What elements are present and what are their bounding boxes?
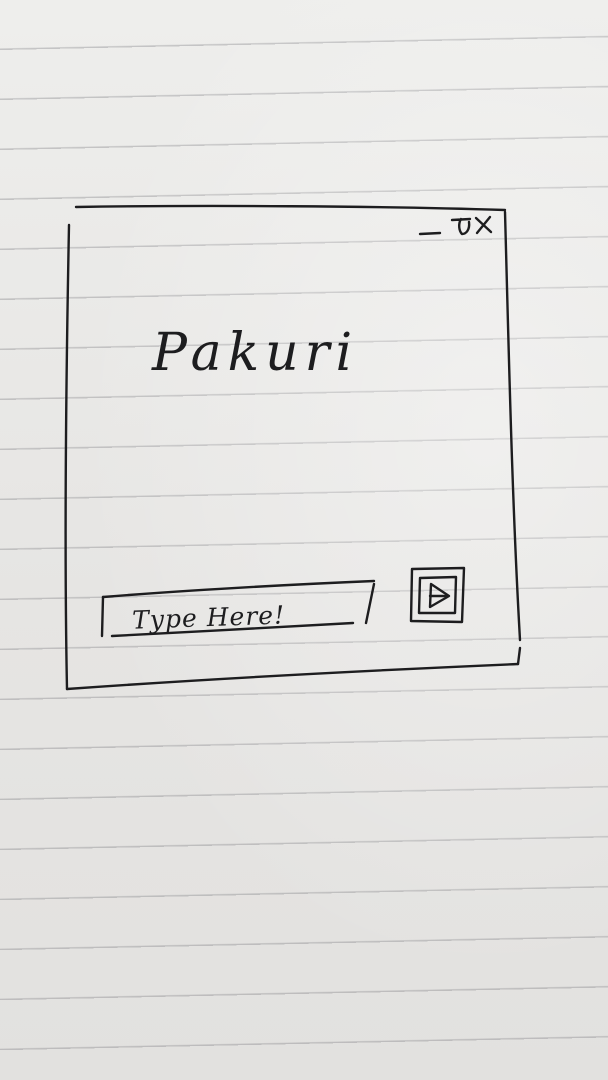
input-placeholder: Type Here!	[132, 600, 286, 634]
window-bottom-edge	[65, 662, 520, 691]
input-left-bracket	[100, 595, 105, 638]
window-controls	[418, 215, 493, 236]
input-top-edge	[101, 579, 376, 599]
message-input[interactable]: Type Here!	[100, 579, 376, 638]
window-corner-mark	[516, 646, 522, 666]
window-top-edge	[74, 204, 507, 212]
window-right-edge	[503, 210, 522, 642]
minimize-icon[interactable]	[418, 231, 442, 236]
window-title: Pakuri	[151, 323, 358, 383]
send-button[interactable]	[409, 566, 466, 624]
close-icon[interactable]	[474, 215, 493, 235]
maximize-icon[interactable]	[450, 217, 472, 236]
play-icon	[428, 582, 451, 609]
window-left-edge	[64, 223, 71, 691]
ui-sketch: Pakuri Type Here!	[64, 204, 522, 691]
input-right-bracket	[364, 582, 376, 625]
